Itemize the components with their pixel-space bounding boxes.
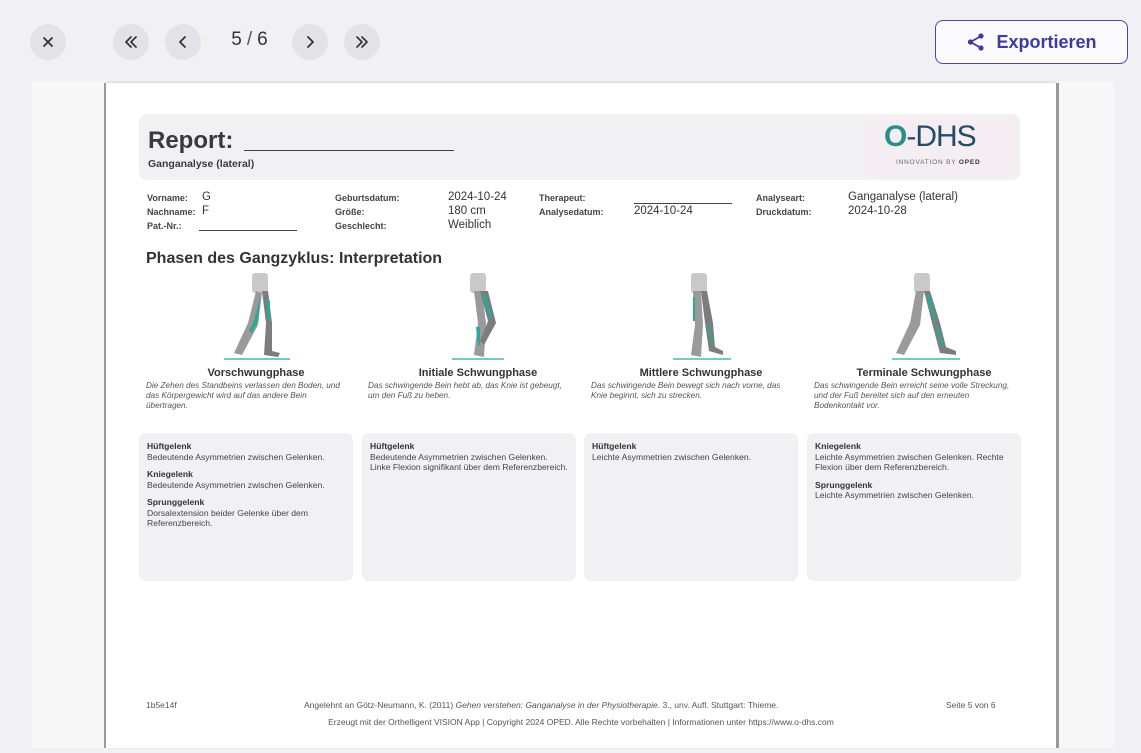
page-separator: / <box>246 29 254 50</box>
section-title: Phasen des Gangzyklus: Interpretation <box>146 250 443 267</box>
geburtsdatum-label: Geburtsdatum: <box>335 193 400 203</box>
geschlecht-label: Geschlecht: <box>335 221 387 231</box>
phase-findings-card: Kniegelenk Leichte Asymmetrien zwischen … <box>807 433 1021 581</box>
joint-finding: Leichte Asymmetrien zwischen Gelenken. <box>815 490 975 500</box>
joint-title: Hüftgelenk <box>370 441 415 451</box>
joint-finding: Bedeutende Asymmetrien zwischen Gelenken… <box>147 451 325 462</box>
close-button[interactable] <box>30 24 66 60</box>
phase-name: Vorschwungphase <box>207 367 305 379</box>
report-title-blank <box>244 150 454 151</box>
copyright-notice: Erzeugt mit der Orthelligent VISION App … <box>328 717 834 727</box>
analysedatum-value: 2024-10-24 <box>634 205 693 217</box>
first-page-button[interactable] <box>113 24 149 60</box>
report-id: 1b5e14f <box>146 700 177 710</box>
export-button[interactable]: Exportieren <box>935 20 1128 64</box>
therapeut-label: Therapeut: <box>539 193 586 203</box>
joint-finding: Leichte Asymmetrien zwischen Gelenken. R… <box>815 451 1004 473</box>
gait-figure-icon <box>673 273 731 360</box>
close-icon <box>43 37 53 47</box>
report-subtitle: Ganganalyse (lateral) <box>148 158 255 170</box>
joint-finding: Bedeutende Asymmetrien zwischen Gelenken… <box>147 479 325 490</box>
logo-tagline: INNOVATION BY OPED <box>896 159 981 166</box>
joint-title: Kniegelenk <box>147 469 193 479</box>
chevron-right-icon <box>307 36 314 48</box>
share-icon <box>968 33 985 51</box>
nachname-value: F <box>202 205 210 217</box>
patnr-label: Pat.-Nr.: <box>147 221 182 231</box>
double-chevron-right-icon <box>356 36 368 48</box>
analyseart-label: Analyseart: <box>756 193 806 203</box>
phase-name: Mittlere Schwungphase <box>639 367 763 379</box>
analyseart-value: Ganganalyse (lateral) <box>848 191 958 203</box>
joint-finding: Dorsalextension beider Gelenke über dem … <box>147 507 308 529</box>
joint-title: Sprunggelenk <box>815 479 873 490</box>
phase-findings-card: Hüftgelenk Bedeutende Asymmetrien zwisch… <box>362 433 576 581</box>
report-title: Report: <box>148 127 234 154</box>
patnr-blank <box>199 230 297 231</box>
next-page-button[interactable] <box>292 24 328 60</box>
therapeut-blank <box>634 203 732 204</box>
vorname-value: G <box>202 191 211 203</box>
joint-title: Hüftgelenk <box>592 441 637 451</box>
groesse-value: 180 cm <box>448 205 486 217</box>
viewer-toolbar: 5/6 Exportieren <box>0 0 1141 80</box>
gait-figure-icon <box>452 273 504 360</box>
total-pages: 6 <box>257 29 269 50</box>
gait-figure-icon <box>892 273 960 360</box>
phase-description: Das schwingende Bein bewegt sich nach vo… <box>591 381 781 400</box>
current-page: 5 <box>231 29 243 50</box>
chevron-left-icon <box>179 36 186 48</box>
page-number: Seite 5 von 6 <box>946 700 996 710</box>
phase-name: Terminale Schwungphase <box>856 367 992 379</box>
groesse-label: Größe: <box>335 207 365 217</box>
geburtsdatum-value: 2024-10-24 <box>448 191 507 203</box>
joint-title: Hüftgelenk <box>147 441 192 451</box>
druckdatum-value: 2024-10-28 <box>848 205 907 217</box>
joint-finding: Leichte Asymmetrien zwischen Gelenken. <box>592 451 752 462</box>
geschlecht-value: Weiblich <box>448 219 492 231</box>
phase-description: Das schwingende Bein erreicht seine voll… <box>814 381 1010 410</box>
report-header: Report: Ganganalyse (lateral) O-DHS INNO… <box>139 114 1020 180</box>
joint-title: Kniegelenk <box>815 441 861 451</box>
report-page: Report: Ganganalyse (lateral) O-DHS INNO… <box>106 83 1056 748</box>
last-page-button[interactable] <box>344 24 380 60</box>
vorname-label: Vorname: <box>147 193 188 203</box>
export-label: Exportieren <box>996 31 1097 52</box>
page-indicator: 5/6 <box>214 29 286 51</box>
gait-figure-icon <box>224 273 290 360</box>
phase-description: Das schwingende Bein hebt ab, das Knie i… <box>368 381 562 400</box>
logo-wordmark: O-DHS <box>884 120 977 153</box>
odhs-logo: O-DHS INNOVATION BY OPED <box>866 116 1014 178</box>
joint-finding: Bedeutende Asymmetrien zwischen Gelenken… <box>370 451 568 473</box>
joint-title: Sprunggelenk <box>147 497 205 507</box>
literature-reference: Angelehnt an Götz-Neumann, K. (2011) Geh… <box>304 700 779 710</box>
previous-page-button[interactable] <box>165 24 201 60</box>
nachname-label: Nachname: <box>147 207 196 217</box>
phase-findings-card: Hüftgelenk Bedeutende Asymmetrien zwisch… <box>139 433 353 581</box>
analysedatum-label: Analysedatum: <box>539 207 604 217</box>
double-chevron-left-icon <box>125 36 137 48</box>
phase-name: Initiale Schwungphase <box>418 367 538 379</box>
phase-description: Die Zehen des Standbeins verlassen den B… <box>146 381 340 410</box>
druckdatum-label: Druckdatum: <box>756 207 812 217</box>
phase-findings-card: Hüftgelenk Leichte Asymmetrien zwischen … <box>584 433 798 581</box>
